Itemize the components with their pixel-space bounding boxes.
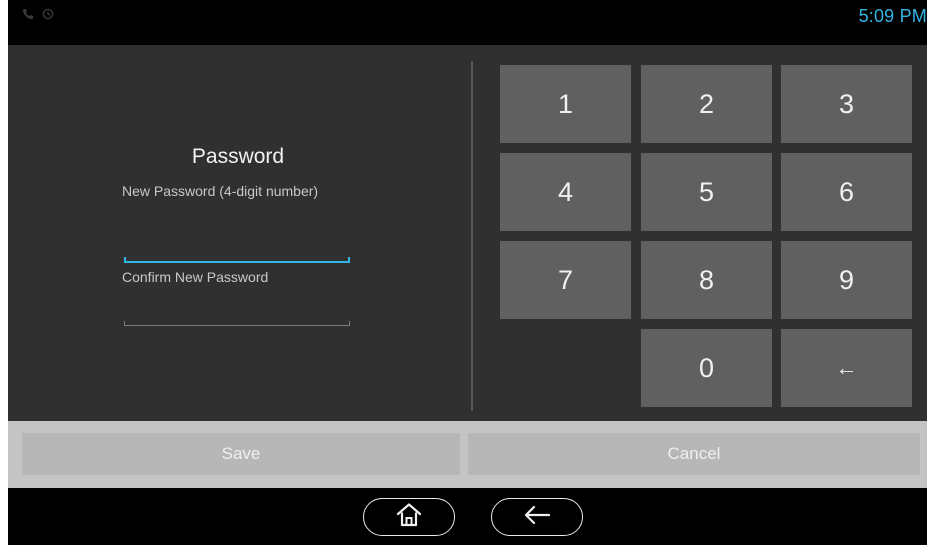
key-2[interactable]: 2 xyxy=(641,65,772,143)
clock-icon xyxy=(42,8,54,20)
status-icons xyxy=(22,8,54,20)
key-8[interactable]: 8 xyxy=(641,241,772,319)
key-5[interactable]: 5 xyxy=(641,153,772,231)
phone-icon xyxy=(22,8,34,20)
key-9[interactable]: 9 xyxy=(781,241,912,319)
save-button[interactable]: Save xyxy=(22,433,460,475)
back-arrow-icon xyxy=(522,504,552,531)
key-7[interactable]: 7 xyxy=(500,241,631,319)
numeric-keypad: 1 2 3 4 5 6 7 8 9 0 ← xyxy=(8,45,927,421)
home-button[interactable] xyxy=(363,498,455,536)
key-0[interactable]: 0 xyxy=(641,329,772,407)
key-1[interactable]: 1 xyxy=(500,65,631,143)
password-panel: Password New Password (4-digit number) C… xyxy=(8,45,927,421)
status-time: 5:09 PM xyxy=(858,6,927,26)
key-6[interactable]: 6 xyxy=(781,153,912,231)
home-icon xyxy=(395,502,423,533)
action-bar: Save Cancel xyxy=(8,421,927,488)
key-4[interactable]: 4 xyxy=(500,153,631,231)
cancel-button[interactable]: Cancel xyxy=(468,433,920,475)
status-bar: 5:09 PM xyxy=(8,0,927,45)
navigation-bar xyxy=(8,488,927,545)
device-screen: 5:09 PM Password New Password (4-digit n… xyxy=(8,0,927,545)
backspace-key[interactable]: ← xyxy=(781,329,912,407)
back-button[interactable] xyxy=(491,498,583,536)
key-3[interactable]: 3 xyxy=(781,65,912,143)
